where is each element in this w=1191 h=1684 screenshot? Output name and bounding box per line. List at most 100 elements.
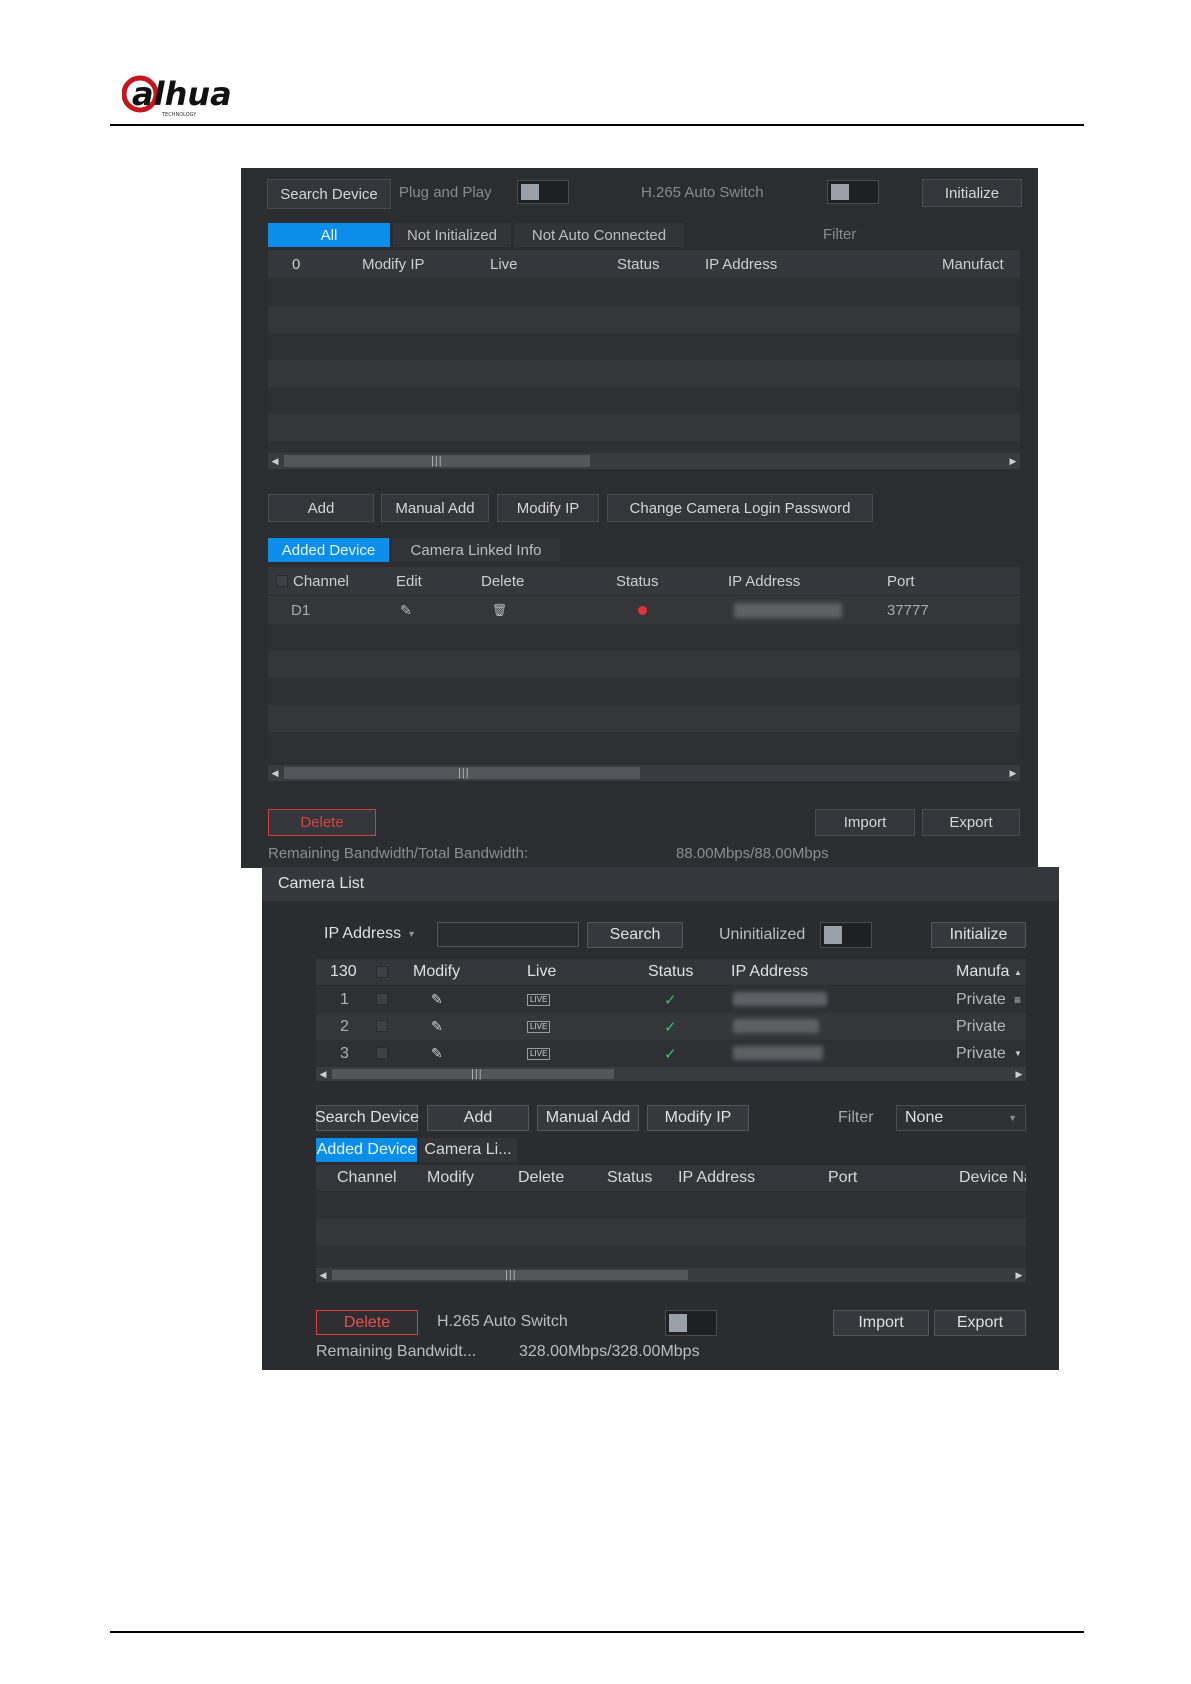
import-button[interactable]: Import (833, 1310, 929, 1336)
added-device-scrollbar[interactable]: ◀ ||| ▶ (316, 1268, 1026, 1282)
initialize-button[interactable]: Initialize (931, 922, 1026, 948)
search-input[interactable] (437, 922, 579, 947)
table-row[interactable] (268, 360, 1020, 387)
device-table-scrollbar[interactable]: ◀ ||| ▶ (268, 453, 1020, 469)
col-port: Port (887, 572, 915, 590)
search-device-button[interactable]: Search Device (315, 1105, 419, 1131)
scroll-right-icon[interactable]: ▶ (1006, 765, 1020, 781)
export-button[interactable]: Export (922, 809, 1020, 836)
manual-add-button[interactable]: Manual Add (537, 1105, 639, 1131)
export-button[interactable]: Export (934, 1310, 1026, 1336)
row-checkbox[interactable] (376, 993, 388, 1005)
scroll-left-icon[interactable]: ◀ (316, 1067, 330, 1081)
table-row[interactable] (268, 678, 1020, 705)
col-ip-address: IP Address (731, 963, 809, 980)
tab-camera-linked-info[interactable]: Camera Linked Info (392, 538, 560, 562)
table-row[interactable] (268, 732, 1020, 762)
select-all-checkbox[interactable] (276, 575, 288, 587)
table-row[interactable] (268, 387, 1020, 414)
tab-all[interactable]: All (268, 223, 390, 247)
table-row[interactable]: 3 ✎ LIVE ✓ Private ▼ (316, 1040, 1026, 1067)
scroll-down-icon[interactable]: ▼ (1014, 1040, 1022, 1067)
table-row[interactable] (268, 441, 1020, 453)
ip-address-redacted (733, 1046, 823, 1060)
table-row[interactable]: 1 ✎ LIVE ✓ Private ≡ (316, 986, 1026, 1013)
h265-auto-switch-toggle[interactable] (827, 180, 879, 204)
live-icon[interactable]: LIVE (527, 1013, 551, 1040)
status-ok-icon: ✓ (664, 991, 677, 1009)
table-row[interactable] (268, 306, 1020, 333)
added-device-table-header: Channel Modify Delete Status IP Address … (316, 1165, 1026, 1191)
bandwidth-label: Remaining Bandwidth/Total Bandwidth: (268, 845, 529, 862)
channel-cell: D1 (291, 601, 311, 619)
h265-auto-switch-toggle[interactable] (665, 1310, 717, 1336)
delete-trash-icon[interactable]: 🗑 (492, 596, 507, 624)
tab-added-device[interactable]: Added Device (268, 538, 389, 562)
tab-not-initialized[interactable]: Not Initialized (393, 223, 511, 247)
scroll-right-icon[interactable]: ▶ (1006, 453, 1020, 469)
edit-pencil-icon[interactable]: ✎ (400, 596, 412, 624)
added-device-scrollbar[interactable]: ◀ ||| ▶ (268, 765, 1020, 781)
delete-button[interactable]: Delete (268, 809, 376, 836)
scroll-up-icon[interactable]: ▲ (1014, 959, 1022, 985)
scroll-right-icon[interactable]: ▶ (1012, 1268, 1026, 1282)
live-icon[interactable]: LIVE (527, 1040, 551, 1067)
table-row[interactable] (316, 1246, 1026, 1268)
tab-not-auto-connected[interactable]: Not Auto Connected (514, 223, 684, 247)
add-button[interactable]: Add (268, 494, 374, 522)
col-modify: Modify (427, 1169, 475, 1186)
live-icon[interactable]: LIVE (527, 986, 551, 1013)
import-button[interactable]: Import (815, 809, 915, 836)
row-checkbox[interactable] (376, 1047, 388, 1059)
modify-pencil-icon[interactable]: ✎ (431, 1040, 443, 1067)
add-button[interactable]: Add (427, 1105, 529, 1131)
table-row[interactable] (268, 705, 1020, 732)
row-index: 3 (340, 1044, 349, 1062)
status-offline-dot (638, 606, 647, 615)
manufacturer-cell: Private (956, 990, 1006, 1008)
scroll-left-icon[interactable]: ◀ (268, 453, 282, 469)
manual-add-button[interactable]: Manual Add (381, 494, 489, 522)
modify-ip-button[interactable]: Modify IP (497, 494, 599, 522)
search-by-select[interactable]: IP Address ▼ (316, 921, 424, 947)
table-row[interactable] (316, 1192, 1026, 1219)
select-all-checkbox[interactable] (376, 966, 388, 978)
search-button[interactable]: Search (587, 922, 683, 948)
col-ip-address: IP Address (705, 255, 778, 273)
grip-icon: ||| (505, 1269, 517, 1281)
scroll-left-icon[interactable]: ◀ (316, 1268, 330, 1282)
modify-pencil-icon[interactable]: ✎ (431, 986, 443, 1013)
table-row[interactable] (268, 651, 1020, 678)
row-checkbox[interactable] (376, 1020, 388, 1032)
table-row[interactable] (268, 279, 1020, 306)
col-delete: Delete (518, 1169, 565, 1186)
table-row[interactable] (268, 624, 1020, 651)
modify-pencil-icon[interactable]: ✎ (431, 1013, 443, 1040)
filter-select[interactable]: None ▼ (896, 1105, 1026, 1131)
plug-and-play-toggle[interactable] (517, 180, 569, 204)
initialize-button[interactable]: Initialize (922, 179, 1022, 207)
table-row[interactable]: 2 ✎ LIVE ✓ Private (316, 1013, 1026, 1040)
scroll-track-icon[interactable]: ≡ (1014, 986, 1021, 1013)
scroll-right-icon[interactable]: ▶ (1012, 1067, 1026, 1081)
scroll-left-icon[interactable]: ◀ (268, 765, 282, 781)
uninitialized-toggle[interactable] (820, 922, 872, 948)
table-row[interactable] (268, 333, 1020, 360)
col-channel: Channel (293, 572, 349, 590)
search-device-button[interactable]: Search Device (267, 179, 391, 209)
delete-button[interactable]: Delete (316, 1310, 418, 1335)
change-password-button[interactable]: Change Camera Login Password (607, 494, 873, 522)
footer-rule (110, 1631, 1084, 1633)
col-delete: Delete (481, 572, 525, 590)
table-row[interactable]: D1 ✎ 🗑 37777 (268, 596, 1020, 624)
table-row[interactable] (268, 414, 1020, 441)
plug-and-play-label: Plug and Play (399, 184, 492, 201)
manufacturer-cell: Private (956, 1017, 1006, 1035)
table-row[interactable] (316, 1219, 1026, 1246)
col-live: Live (527, 963, 557, 980)
chevron-down-icon: ▼ (1008, 1113, 1017, 1123)
camera-table-scrollbar[interactable]: ◀ ||| ▶ (316, 1067, 1026, 1081)
tab-added-device[interactable]: Added Device (316, 1138, 417, 1162)
tab-camera-linked-info[interactable]: Camera Li... (419, 1138, 517, 1162)
modify-ip-button[interactable]: Modify IP (647, 1105, 749, 1131)
